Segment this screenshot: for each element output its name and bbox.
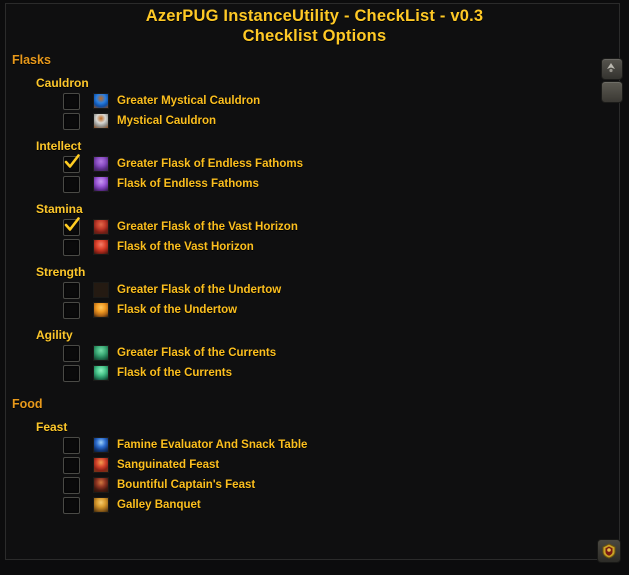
feast-dark-red-icon: [93, 477, 109, 493]
subgroup-header: Agility: [36, 328, 73, 342]
checklist-row[interactable]: Mystical Cauldron: [6, 111, 606, 131]
checklist-row[interactable]: Flask of the Vast Horizon: [6, 237, 606, 257]
item-label: Greater Flask of Endless Fathoms: [117, 158, 303, 170]
checklist-row[interactable]: Greater Flask of the Currents: [6, 343, 606, 363]
checkbox[interactable]: [63, 344, 80, 362]
feast-red-icon: [93, 457, 109, 473]
checkbox[interactable]: [63, 456, 80, 474]
snack-table-blue-icon: [93, 437, 109, 453]
cauldron-white-icon: [93, 113, 109, 129]
checkbox[interactable]: [63, 301, 80, 319]
scroll-down-button[interactable]: [601, 81, 623, 103]
item-label: Flask of Endless Fathoms: [117, 178, 259, 190]
subgroup-cauldron: Cauldron Greater Mystical Cauldron Mystica…: [6, 75, 606, 131]
group-food: Food Feast Famine Evaluator And Snack Tabl…: [6, 396, 606, 515]
item-label: Galley Banquet: [117, 499, 201, 511]
flask-green-icon: [93, 365, 109, 381]
cauldron-blue-icon: [93, 93, 109, 109]
checkmark-icon: [64, 216, 80, 231]
checkbox[interactable]: [63, 364, 80, 382]
checkbox[interactable]: [63, 281, 80, 299]
addon-window: AzerPUG InstanceUtility - CheckList - v0…: [0, 0, 629, 575]
checkbox[interactable]: [63, 175, 80, 193]
checklist-row[interactable]: Greater Flask of the Undertow: [6, 280, 606, 300]
checklist-row[interactable]: Greater Flask of the Vast Horizon: [6, 216, 606, 237]
flask-red-icon: [93, 239, 109, 255]
checkbox[interactable]: [63, 436, 80, 454]
item-label: Flask of the Vast Horizon: [117, 241, 254, 253]
item-label: Bountiful Captain's Feast: [117, 479, 256, 491]
checklist-row[interactable]: Galley Banquet: [6, 495, 606, 515]
subgroup-header: Stamina: [36, 202, 83, 216]
subgroup-feast: Feast Famine Evaluator And Snack Table San…: [6, 419, 606, 515]
subgroup-header: Intellect: [36, 139, 82, 153]
checklist-row[interactable]: Flask of the Undertow: [6, 300, 606, 320]
checkbox[interactable]: [63, 92, 80, 110]
item-label: Famine Evaluator And Snack Table: [117, 439, 308, 451]
checklist-scroll-area[interactable]: Flasks Cauldron Greater Mystical Cauldron M…: [6, 52, 606, 552]
feast-gold-icon: [93, 497, 109, 513]
subgroup-header: Feast: [36, 420, 68, 434]
group-flasks: Flasks Cauldron Greater Mystical Cauldron M…: [6, 52, 606, 383]
flask-green-greater-icon: [93, 345, 109, 361]
item-label: Mystical Cauldron: [117, 115, 217, 127]
item-label: Sanguinated Feast: [117, 459, 220, 471]
subgroup-strength: Strength Greater Flask of the Undertow Fla…: [6, 264, 606, 320]
flask-orange-greater-icon: [93, 282, 109, 298]
checkbox[interactable]: [63, 476, 80, 494]
item-label: Greater Flask of the Vast Horizon: [117, 221, 298, 233]
subgroup-stamina: Stamina Greater Flask of the Vast Horizon…: [6, 201, 606, 257]
flask-purple-greater-icon: [93, 156, 109, 172]
checkbox[interactable]: [63, 153, 80, 173]
checklist-row[interactable]: Famine Evaluator And Snack Table: [6, 435, 606, 455]
checklist-row[interactable]: Sanguinated Feast: [6, 455, 606, 475]
addon-logo-button[interactable]: [597, 539, 621, 563]
group-header: Flasks: [12, 53, 51, 67]
checkmark-icon: [64, 153, 80, 168]
shield-crest-icon: [602, 543, 616, 559]
item-label: Greater Flask of the Currents: [117, 347, 277, 359]
checkbox[interactable]: [63, 238, 80, 256]
checkbox[interactable]: [63, 216, 80, 236]
scroll-up-icon: [607, 63, 615, 73]
subgroup-intellect: Intellect Greater Flask of Endless Fathom…: [6, 138, 606, 194]
item-label: Greater Flask of the Undertow: [117, 284, 282, 296]
scroll-up-button[interactable]: [601, 58, 623, 80]
checkbox[interactable]: [63, 112, 80, 130]
flask-red-greater-icon: [93, 219, 109, 235]
subgroup-agility: Agility Greater Flask of the Currents Flas…: [6, 327, 606, 383]
item-label: Flask of the Currents: [117, 367, 233, 379]
item-label: Flask of the Undertow: [117, 304, 238, 316]
checklist-row[interactable]: Flask of Endless Fathoms: [6, 174, 606, 194]
flask-orange-icon: [93, 302, 109, 318]
subgroup-header: Strength: [36, 265, 86, 279]
subgroup-header: Cauldron: [36, 76, 89, 90]
checklist-row[interactable]: Greater Mystical Cauldron: [6, 91, 606, 111]
checklist-row[interactable]: Bountiful Captain's Feast: [6, 475, 606, 495]
checkbox[interactable]: [63, 496, 80, 514]
item-label: Greater Mystical Cauldron: [117, 95, 261, 107]
flask-purple-icon: [93, 176, 109, 192]
checklist-row[interactable]: Flask of the Currents: [6, 363, 606, 383]
checklist-row[interactable]: Greater Flask of Endless Fathoms: [6, 153, 606, 174]
group-header: Food: [12, 397, 43, 411]
